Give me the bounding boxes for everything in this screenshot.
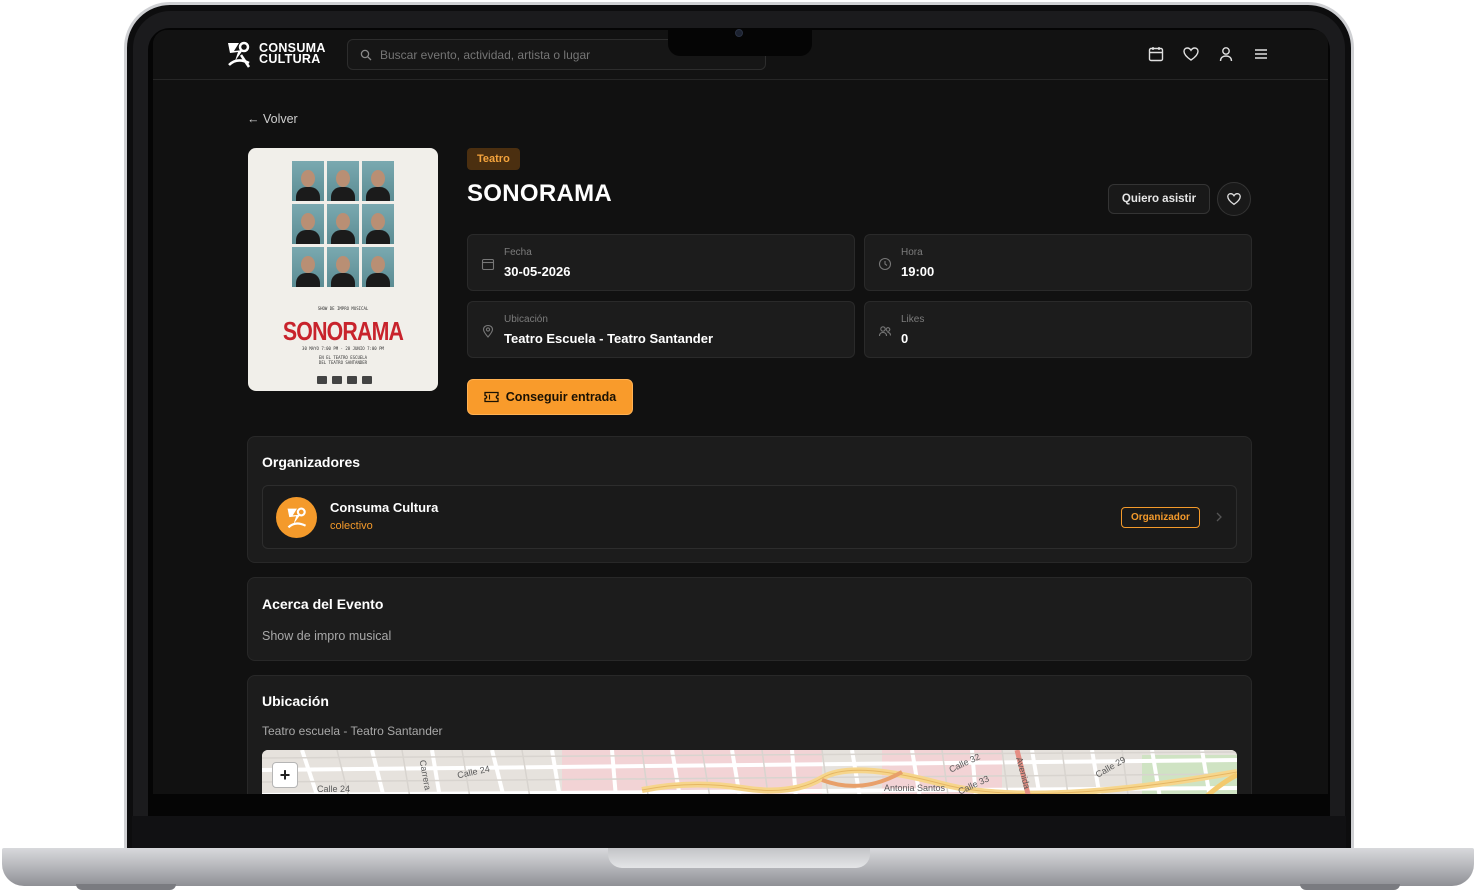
location-pin-icon xyxy=(482,324,494,338)
user-icon[interactable] xyxy=(1217,45,1235,63)
time-label: Hora xyxy=(901,247,923,258)
browser-screen: CONSUMA CULTURA ← Volver SHOW xyxy=(153,30,1328,794)
organizers-heading: Organizadores xyxy=(262,454,361,470)
ticket-icon xyxy=(484,391,499,403)
time-value: 19:00 xyxy=(901,264,935,279)
laptop-base-notch xyxy=(608,848,870,868)
poster-face xyxy=(362,161,394,201)
poster-face xyxy=(327,204,359,244)
poster-face xyxy=(327,161,359,201)
likes-label: Likes xyxy=(901,314,925,325)
users-icon xyxy=(878,326,892,337)
logo-line-2: CULTURA xyxy=(259,52,321,66)
get-ticket-label: Conseguir entrada xyxy=(505,390,617,404)
attend-button[interactable]: Quiero asistir xyxy=(1108,184,1210,214)
favorite-button[interactable] xyxy=(1217,182,1251,216)
event-title: SONORAMA xyxy=(467,180,613,207)
map-zoom-in-button[interactable]: + xyxy=(272,762,298,788)
organizer-type: colectivo xyxy=(330,520,373,532)
logo-mark-icon xyxy=(287,507,306,528)
poster-subtitle: SHOW DE IMPRO MUSICAL xyxy=(317,306,369,311)
info-card-time: Hora 19:00 xyxy=(864,234,1252,291)
avatar xyxy=(276,497,317,538)
poster-title: SONORAMA xyxy=(282,316,404,346)
poster-face xyxy=(362,247,394,287)
about-card: Acerca del Evento Show de impro musical xyxy=(247,577,1252,661)
organizer-role-badge: Organizador xyxy=(1121,507,1200,528)
top-icons xyxy=(1147,45,1270,63)
heart-icon xyxy=(1227,192,1241,206)
laptop-foot-right xyxy=(1300,884,1400,890)
get-ticket-button[interactable]: Conseguir entrada xyxy=(467,379,633,415)
about-description: Show de impro musical xyxy=(262,629,392,643)
poster-sponsor-logos xyxy=(304,376,384,384)
clock-icon xyxy=(878,257,892,271)
search-icon xyxy=(360,49,372,60)
logo-text: CONSUMA CULTURA xyxy=(259,42,326,66)
laptop-foot-left xyxy=(76,884,176,890)
camera-icon xyxy=(735,29,743,37)
laptop-chin xyxy=(132,816,1346,852)
date-value: 30-05-2026 xyxy=(504,264,571,279)
heart-icon[interactable] xyxy=(1182,45,1200,63)
poster-dates: 30 MAYO 7:00 PM · 28 JUNIO 7:00 PM xyxy=(302,346,384,351)
event-poster: SHOW DE IMPRO MUSICAL SONORAMA 30 MAYO 7… xyxy=(248,148,438,391)
menu-icon[interactable] xyxy=(1252,45,1270,63)
location-map[interactable]: + Calle 24 Calle 24 Carrera Calle 32 Cal… xyxy=(262,750,1237,794)
poster-face xyxy=(292,204,324,244)
map-street-label: Antonia Santos xyxy=(884,783,946,793)
organizer-row[interactable]: Consuma Cultura colectivo Organizador xyxy=(262,485,1237,549)
poster-venue-line-2: DEL TEATRO SANTANDER xyxy=(318,360,368,365)
location-card: Ubicación Teatro escuela - Teatro Santan… xyxy=(247,675,1252,794)
location-address: Teatro escuela - Teatro Santander xyxy=(262,724,443,738)
chevron-right-icon xyxy=(1216,512,1222,522)
map-tiles xyxy=(262,750,1237,794)
info-card-location: Ubicación Teatro Escuela - Teatro Santan… xyxy=(467,301,855,358)
about-heading: Acerca del Evento xyxy=(262,596,384,612)
likes-value: 0 xyxy=(901,331,909,346)
organizer-name: Consuma Cultura xyxy=(330,500,439,515)
logo-mark-icon xyxy=(228,41,251,68)
back-link[interactable]: ← Volver xyxy=(247,112,298,126)
location-label: Ubicación xyxy=(504,314,548,325)
calendar-icon[interactable] xyxy=(1147,45,1165,63)
map-street-label: Calle 24 xyxy=(317,784,351,794)
category-tag: Teatro xyxy=(467,148,520,170)
poster-face xyxy=(362,204,394,244)
info-card-likes: Likes 0 xyxy=(864,301,1252,358)
poster-face xyxy=(292,161,324,201)
poster-face xyxy=(327,247,359,287)
site-logo[interactable]: CONSUMA CULTURA xyxy=(225,39,326,69)
location-value: Teatro Escuela - Teatro Santander xyxy=(504,331,714,346)
organizers-card: Organizadores Consuma Cultura colectivo … xyxy=(247,436,1252,563)
location-heading: Ubicación xyxy=(262,693,329,709)
poster-face xyxy=(292,247,324,287)
date-label: Fecha xyxy=(504,247,532,258)
poster-photo-grid xyxy=(292,161,394,287)
calendar-icon xyxy=(481,258,495,271)
info-card-date: Fecha 30-05-2026 xyxy=(467,234,855,291)
